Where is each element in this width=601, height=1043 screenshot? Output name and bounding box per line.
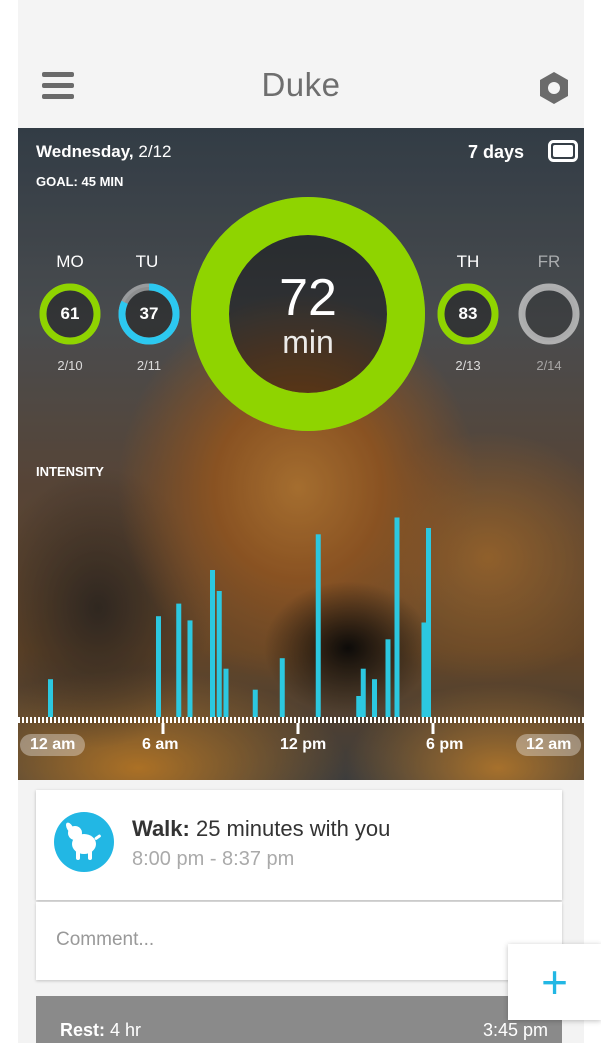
time-label-6am: 6 am [142,736,179,753]
goal-label: GOAL: 45 MIN [36,174,124,189]
rest-duration: 4 hr [105,1020,142,1040]
comment-box [36,902,562,980]
activity-time: 8:00 pm - 8:37 pm [132,848,295,870]
intensity-bar [223,668,229,717]
date-day: 2/12 [133,142,172,161]
day-date-tu: 2/11 [136,358,162,373]
day-ring-th[interactable]: 83 [436,282,500,346]
ring-value-tu: 37 [139,304,159,323]
activity-summary: 25 minutes with you [189,816,391,841]
day-ring-tu[interactable]: 37 [117,282,181,346]
intensity-bar [315,534,321,717]
app-screen: Duke Wednesday, 2/12 GOAL: 45 MIN 7 days… [18,0,584,1043]
comment-input[interactable] [54,928,528,952]
time-label-6pm: 6 pm [426,736,464,753]
activity-type: Walk: [132,816,190,841]
intensity-bar [385,639,391,717]
time-label-12pm: 12 pm [280,736,327,753]
date-weekday: Wednesday, [36,142,134,161]
current-date: Wednesday, 2/12 [36,142,171,162]
time-label-12am-start: 12 am [20,734,86,756]
day-ring-mo[interactable]: 61 [38,282,102,346]
rest-type: Rest: [60,1020,106,1040]
activity-title: Walk: 25 minutes with you [132,816,390,842]
day-name-th: TH [456,252,480,271]
ring-value-mo: 61 [60,304,80,323]
hexagon-settings-icon[interactable] [536,70,572,106]
intensity-bar [356,696,362,717]
today-minutes: 72 [279,269,337,327]
intensity-bar [372,679,377,717]
intensity-bar [394,517,400,717]
activity-hero: Wednesday, 2/12 GOAL: 45 MIN 7 days MO T… [18,128,584,780]
intensity-label: INTENSITY [36,464,104,479]
intensity-chart[interactable] [18,488,584,748]
dog-walk-icon [54,812,114,872]
activity-card-walk[interactable]: Walk: 25 minutes with you 8:00 pm - 8:37… [36,790,562,900]
day-name-tu: TU [135,252,159,271]
intensity-bar [216,591,222,717]
day-date-mo: 2/10 [57,358,83,373]
day-date-th: 2/13 [455,358,481,373]
time-label-12am-end: 12 am [516,734,582,756]
intensity-bar [187,620,193,717]
add-activity-button[interactable]: + [508,944,601,1020]
intensity-bar [360,668,366,717]
page-title: Duke [261,66,341,103]
intensity-bar [252,689,258,717]
intensity-bar [421,622,427,717]
range-label[interactable]: 7 days [468,142,524,163]
intensity-bar [48,679,53,717]
app-header: Duke [18,0,584,128]
day-name-mo: MO [56,252,84,271]
day-ring-fr[interactable] [517,282,581,346]
intensity-bar [176,603,182,717]
today-ring[interactable]: 72 min [190,196,426,432]
day-date-fr: 2/14 [536,358,562,373]
activity-card-rest[interactable]: Rest: 4 hr 3:45 pm [36,996,562,1043]
day-name-fr: FR [537,252,561,271]
rest-time: 3:45 pm [482,1020,548,1040]
rest-label: Rest: 4 hr [60,1020,141,1041]
intensity-bar [156,616,161,717]
today-unit: min [282,324,334,360]
intensity-bar [279,658,285,717]
calendar-toggle-icon[interactable] [548,140,578,162]
ring-value-th: 83 [458,304,478,323]
ring-value-fr [517,282,581,346]
intensity-bar [210,570,215,717]
intensity-bar [426,528,431,717]
